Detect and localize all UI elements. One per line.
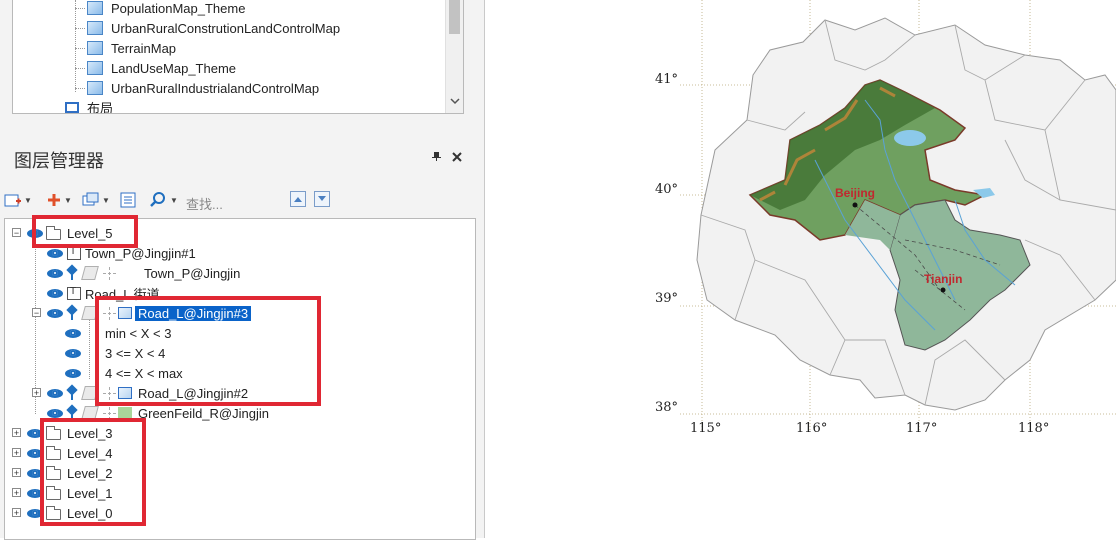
map-name: UrbanRuralIndustrialandControlMap bbox=[111, 80, 320, 96]
workspace-map-item[interactable]: UrbanRuralConstrutionLandControlMap bbox=[87, 18, 340, 38]
workspace-tree[interactable]: PopulationMap_Theme UrbanRuralConstrutio… bbox=[12, 0, 464, 114]
map-name: LandUseMap_Theme bbox=[111, 60, 237, 76]
scrollbar-thumb[interactable] bbox=[449, 0, 460, 34]
map-icon bbox=[87, 61, 103, 75]
map-icon bbox=[87, 21, 103, 35]
snap-icon[interactable] bbox=[103, 266, 116, 280]
map-window[interactable]: 41° 40° 39° 38° 115° 116° 117° 118° Beij… bbox=[485, 0, 1116, 538]
lat-label: 41° bbox=[655, 72, 679, 87]
map-icon bbox=[87, 41, 103, 55]
expand-toggle[interactable]: + bbox=[12, 468, 21, 478]
lon-label: 116° bbox=[796, 421, 828, 436]
tree-line bbox=[75, 88, 85, 89]
arrow-up-icon bbox=[294, 197, 302, 202]
map-icon bbox=[87, 81, 103, 95]
arrow-down-icon bbox=[318, 196, 326, 201]
workspace-map-item[interactable]: LandUseMap_Theme bbox=[87, 58, 236, 78]
panel-title: 图层管理器 bbox=[14, 151, 104, 171]
new-layer-group-button[interactable]: ▼ bbox=[4, 189, 32, 211]
layer-label: GreenFeild_R@Jingjin bbox=[138, 405, 269, 421]
collapse-toggle[interactable]: − bbox=[32, 308, 41, 318]
reservoir bbox=[894, 130, 926, 146]
lat-label: 39° bbox=[655, 291, 679, 306]
visibility-eye-icon[interactable] bbox=[47, 248, 63, 258]
visibility-eye-icon[interactable] bbox=[65, 348, 81, 358]
visibility-eye-icon[interactable] bbox=[47, 308, 63, 318]
new-group-icon bbox=[4, 194, 21, 207]
visibility-eye-icon[interactable] bbox=[47, 388, 63, 398]
city-label-beijing: Beijing bbox=[835, 186, 876, 200]
lon-label: 117° bbox=[906, 421, 938, 436]
lat-label: 40° bbox=[655, 182, 679, 197]
left-panel: PopulationMap_Theme UrbanRuralConstrutio… bbox=[0, 0, 485, 540]
close-icon[interactable] bbox=[452, 149, 462, 165]
lat-label: 38° bbox=[655, 400, 679, 415]
pin-icon[interactable] bbox=[432, 152, 441, 164]
visibility-eye-icon[interactable] bbox=[47, 268, 63, 278]
layout-icon bbox=[65, 101, 79, 113]
layout-label: 布局 bbox=[87, 100, 114, 114]
properties-icon bbox=[120, 192, 136, 208]
map-canvas[interactable] bbox=[485, 0, 1116, 538]
add-layer-button[interactable]: ▼ bbox=[46, 189, 72, 211]
search-button[interactable]: ▼ bbox=[150, 189, 178, 211]
add-icon bbox=[48, 194, 60, 206]
beijing-point[interactable] bbox=[852, 202, 858, 208]
selectable-pin-icon[interactable] bbox=[67, 266, 77, 280]
selectable-pin-icon[interactable] bbox=[67, 386, 77, 400]
layer-toolbar: ▼ ▼ ▼ ▼ bbox=[0, 185, 478, 215]
visibility-eye-icon[interactable] bbox=[47, 408, 63, 418]
collapse-toggle[interactable]: − bbox=[12, 228, 21, 238]
tianjin-point[interactable] bbox=[940, 287, 946, 293]
visibility-eye-icon[interactable] bbox=[65, 328, 81, 338]
layer-properties-button[interactable] bbox=[120, 189, 136, 211]
tree-line bbox=[75, 0, 76, 92]
city-label-tianjin: Tianjin bbox=[924, 272, 963, 286]
expand-toggle[interactable]: + bbox=[12, 448, 21, 458]
layer-group-button[interactable]: ▼ bbox=[82, 189, 110, 211]
annotation-highlight-road-layers bbox=[95, 296, 321, 406]
tree-line bbox=[75, 28, 85, 29]
workspace-map-item[interactable]: TerrainMap bbox=[87, 38, 176, 58]
workspace-map-item[interactable]: UrbanRuralIndustrialandControlMap bbox=[87, 78, 319, 98]
move-up-button[interactable] bbox=[290, 191, 306, 207]
workspace-map-item[interactable]: PopulationMap_Theme bbox=[87, 0, 245, 18]
workspace-scrollbar[interactable] bbox=[445, 0, 463, 113]
annotation-highlight-level5 bbox=[32, 215, 138, 248]
scroll-down-icon[interactable] bbox=[446, 96, 463, 108]
lon-label: 118° bbox=[1018, 421, 1050, 436]
edit-lock-icon[interactable] bbox=[81, 266, 99, 280]
visibility-eye-icon[interactable] bbox=[65, 368, 81, 378]
map-icon bbox=[87, 1, 103, 15]
label-layer-icon bbox=[67, 286, 81, 300]
tree-line bbox=[75, 8, 85, 9]
expand-toggle[interactable]: + bbox=[12, 488, 21, 498]
move-down-button[interactable] bbox=[314, 191, 330, 207]
map-name: TerrainMap bbox=[111, 40, 177, 56]
layers-icon bbox=[82, 192, 99, 206]
tree-line bbox=[75, 68, 85, 69]
expand-toggle[interactable]: + bbox=[12, 428, 21, 438]
map-name: PopulationMap_Theme bbox=[111, 0, 246, 16]
tree-line bbox=[75, 48, 85, 49]
search-icon bbox=[150, 192, 165, 207]
label-layer-icon bbox=[67, 246, 81, 260]
expand-toggle[interactable]: + bbox=[12, 508, 21, 518]
annotation-highlight-level-groups bbox=[40, 418, 146, 526]
search-input[interactable]: 查找... bbox=[186, 194, 223, 213]
layer-row-town[interactable]: Town_P@Jingjin bbox=[47, 263, 240, 283]
visibility-eye-icon[interactable] bbox=[47, 288, 63, 298]
layer-label: Town_P@Jingjin bbox=[144, 265, 241, 281]
lon-label: 115° bbox=[690, 421, 722, 436]
selectable-pin-icon[interactable] bbox=[67, 306, 77, 320]
map-name: UrbanRuralConstrutionLandControlMap bbox=[111, 20, 341, 36]
expand-toggle[interactable]: + bbox=[32, 388, 41, 398]
workspace-layout-item[interactable]: 布局 bbox=[65, 97, 114, 114]
